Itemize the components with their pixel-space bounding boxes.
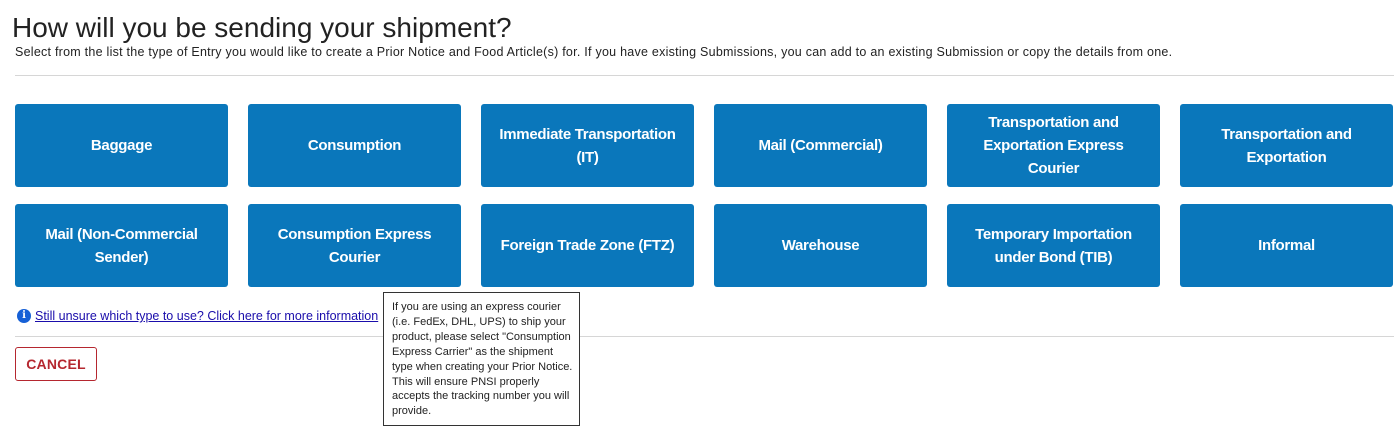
mail-commercial-button[interactable]: Mail (Commercial)	[714, 104, 927, 187]
informal-button[interactable]: Informal	[1180, 204, 1393, 287]
express-courier-tooltip: If you are using an express courier (i.e…	[383, 292, 580, 426]
help-row: i Still unsure which type to use? Click …	[17, 309, 378, 323]
mail-non-commercial-button[interactable]: Mail (Non-Commercial Sender)	[15, 204, 228, 287]
temporary-importation-button[interactable]: Temporary Importation under Bond (TIB)	[947, 204, 1160, 287]
consumption-express-courier-button[interactable]: Consumption Express Courier	[248, 204, 461, 287]
shipment-type-grid: Baggage Consumption Immediate Transporta…	[15, 104, 1393, 287]
warehouse-button[interactable]: Warehouse	[714, 204, 927, 287]
consumption-button[interactable]: Consumption	[248, 104, 461, 187]
page-subtitle: Select from the list the type of Entry y…	[15, 45, 1173, 59]
info-icon[interactable]: i	[17, 309, 31, 323]
shipment-type-page: How will you be sending your shipment? S…	[0, 0, 1400, 431]
more-information-link[interactable]: Still unsure which type to use? Click he…	[35, 309, 378, 323]
top-divider	[15, 75, 1394, 76]
transportation-exportation-express-courier-button[interactable]: Transportation and Exportation Express C…	[947, 104, 1160, 187]
bottom-divider	[15, 336, 1394, 337]
page-title: How will you be sending your shipment?	[12, 12, 512, 43]
transportation-exportation-button[interactable]: Transportation and Exportation	[1180, 104, 1393, 187]
cancel-button[interactable]: CANCEL	[15, 347, 97, 381]
baggage-button[interactable]: Baggage	[15, 104, 228, 187]
immediate-transportation-button[interactable]: Immediate Transportation (IT)	[481, 104, 694, 187]
foreign-trade-zone-button[interactable]: Foreign Trade Zone (FTZ)	[481, 204, 694, 287]
